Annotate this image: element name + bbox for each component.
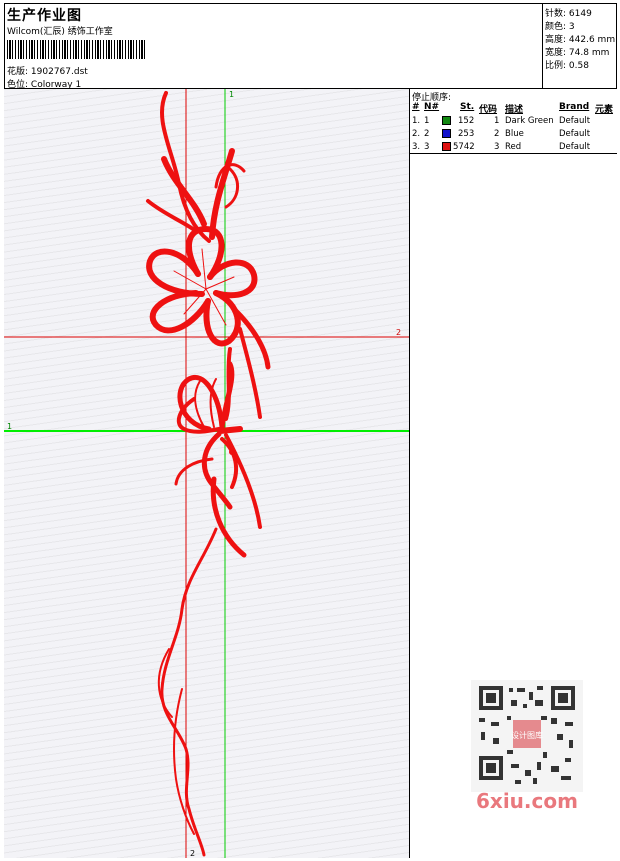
col-desc: 描述 [505, 105, 524, 115]
barcode [7, 40, 145, 59]
embroidery-preview: 1 2 2 1 [4, 89, 409, 858]
col-num: # [412, 102, 420, 112]
design-file-line: 花版: 1902767.dst [7, 64, 88, 77]
stat-scale: 比例: 0.58 [545, 61, 589, 71]
col-code: 代码 [479, 105, 498, 115]
qr-pattern: 设计图库 [471, 680, 583, 792]
color-swatch [442, 129, 451, 138]
stats-panel: 针数: 6149 颜色: 3 高度: 442.6 mm 宽度: 74.8 mm … [542, 3, 617, 89]
qr-code-icon: 设计图库 [471, 680, 583, 792]
col-brand: Brand [559, 102, 590, 112]
col-needle: N# [424, 102, 440, 112]
stat-height: 高度: 442.6 mm [545, 35, 616, 45]
floral-motif [146, 91, 271, 857]
marker-v-green: 1 [229, 90, 234, 99]
studio-name: Wilcom(汇辰) 绣饰工作室 [7, 27, 113, 37]
col-element: 元素 [595, 105, 614, 115]
svg-text:设计图库: 设计图库 [511, 730, 543, 740]
design-file-label: 花版: [7, 67, 29, 77]
header-panel: 生产作业图 Wilcom(汇辰) 绣饰工作室 花版: 1902767.dst 色… [4, 3, 542, 90]
color-swatch [442, 116, 451, 125]
design-canvas[interactable]: 1 2 2 1 [4, 89, 409, 858]
marker-v-red: 2 [190, 849, 195, 858]
marker-h-red: 2 [396, 328, 401, 337]
table-divider [410, 153, 617, 154]
stat-width: 宽度: 74.8 mm [545, 48, 610, 58]
site-watermark: 6xiu.com [476, 789, 578, 813]
marker-h-green: 1 [7, 422, 12, 431]
stat-stitches: 针数: 6149 [545, 9, 592, 19]
stat-colors: 颜色: 3 [545, 22, 575, 32]
sheet-title: 生产作业图 [7, 8, 82, 24]
col-st: St. [460, 102, 475, 112]
color-swatch [442, 142, 451, 151]
production-sheet: 生产作业图 Wilcom(汇辰) 绣饰工作室 花版: 1902767.dst 色… [0, 0, 620, 861]
design-file-name: 1902767.dst [30, 67, 88, 77]
